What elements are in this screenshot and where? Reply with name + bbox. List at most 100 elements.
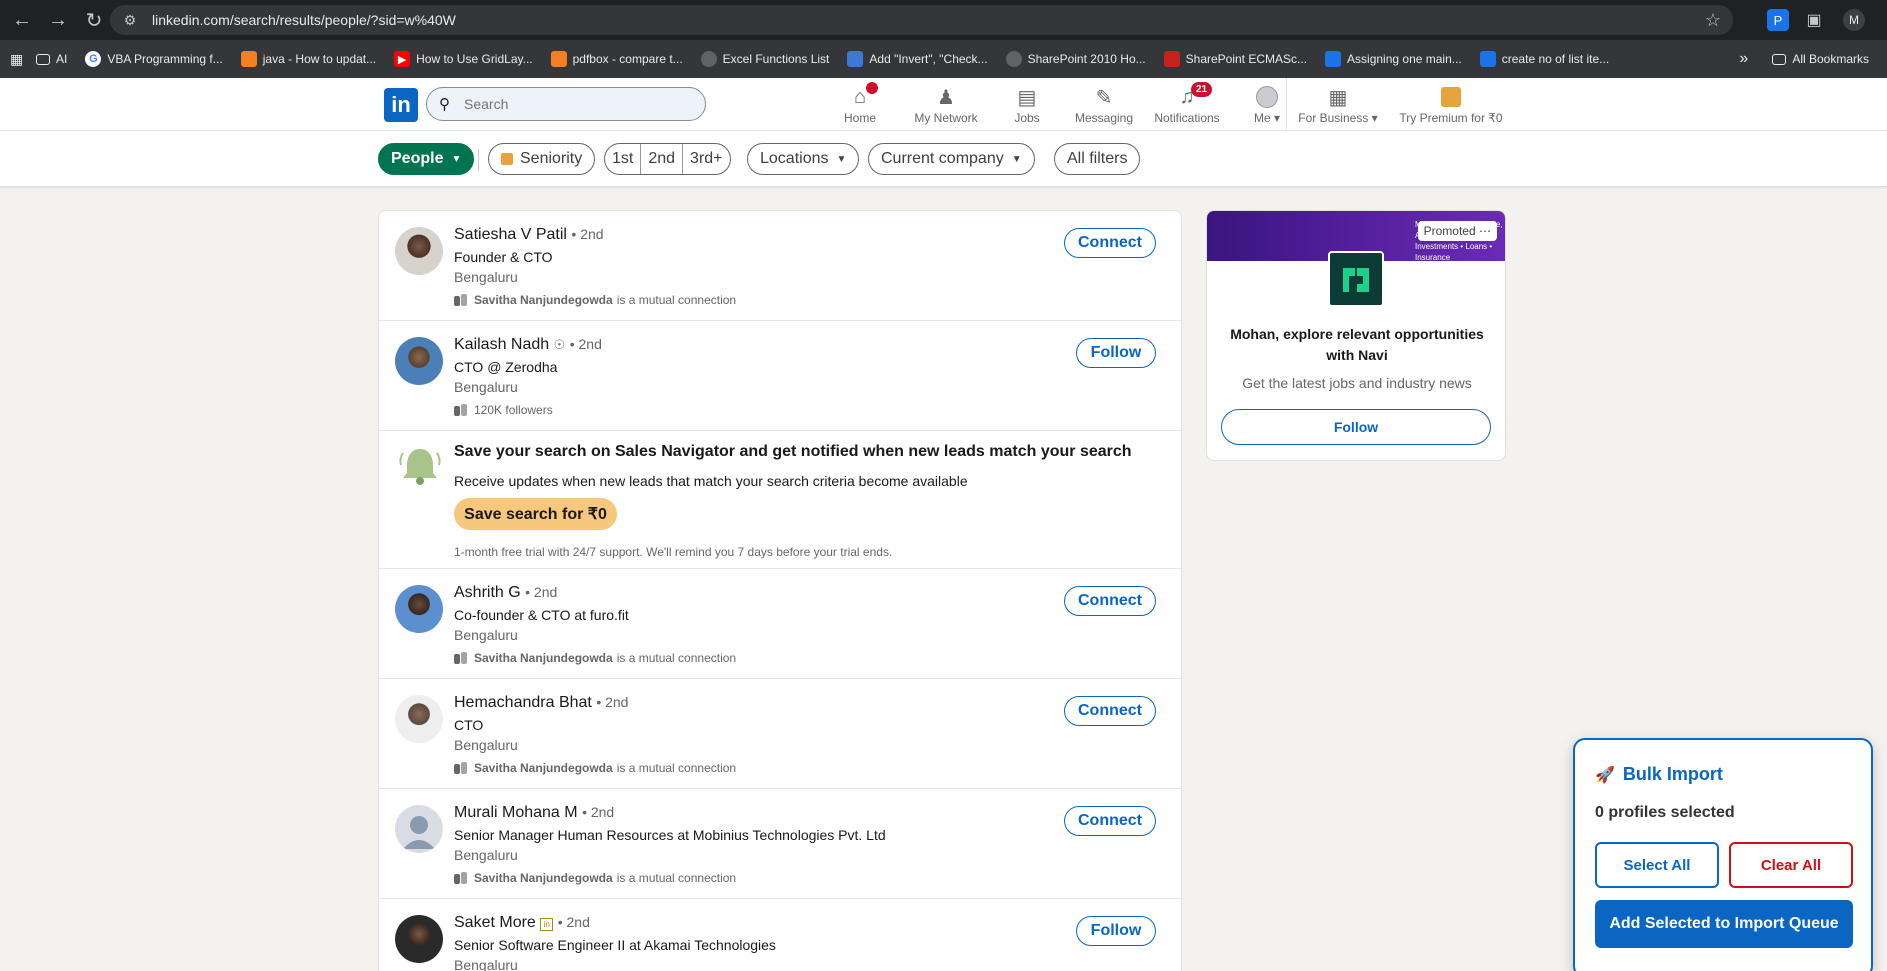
result-row: Murali Mohana M • 2nd Senior Manager Hum… xyxy=(379,789,1181,899)
avatar[interactable] xyxy=(395,227,443,275)
connect-button[interactable]: Connect xyxy=(1064,586,1156,616)
bookmark-item[interactable]: G VBA Programming f... xyxy=(85,51,223,67)
bookmark-item[interactable]: pdfbox - compare t... xyxy=(550,51,683,67)
avatar[interactable] xyxy=(395,695,443,743)
default-avatar-icon xyxy=(403,816,435,849)
result-headline: CTO xyxy=(454,717,484,733)
result-location: Bengaluru xyxy=(454,379,518,395)
result-headline: Founder & CTO xyxy=(454,249,553,265)
bookmark-item[interactable]: Excel Functions List xyxy=(700,51,829,67)
search-input[interactable] xyxy=(464,96,664,112)
nav-notifications[interactable]: ♫ 21 Notifications xyxy=(1146,78,1228,131)
nav-messaging[interactable]: ✎ Messaging xyxy=(1062,78,1146,131)
select-all-button[interactable]: Select All xyxy=(1595,842,1719,888)
search-box[interactable]: ⚲ xyxy=(426,87,706,121)
people-filter-button[interactable]: People ▼ xyxy=(378,143,475,175)
linkedin-logo[interactable]: in xyxy=(384,88,418,122)
clear-all-button[interactable]: Clear All xyxy=(1729,842,1853,888)
grid-icon: ▦ xyxy=(1328,86,1348,109)
ad-headline: Mohan, explore relevant opportunities wi… xyxy=(1230,326,1484,363)
bookmark-item[interactable]: create no of list ite... xyxy=(1479,51,1609,67)
nav-divider xyxy=(1286,78,1287,131)
connection-degree-filter: 1st 2nd 3rd+ xyxy=(604,143,731,175)
result-name[interactable]: Ashrith G xyxy=(454,584,521,601)
navi-logo[interactable] xyxy=(1328,251,1384,307)
follow-button[interactable]: Follow xyxy=(1076,338,1156,368)
seniority-filter-button[interactable]: Seniority xyxy=(488,143,596,175)
avatar[interactable] xyxy=(395,915,443,963)
bookmark-item[interactable]: SharePoint ECMASc... xyxy=(1163,51,1307,67)
folder-icon xyxy=(1772,53,1787,65)
search-filters-bar: People ▼ Seniority 1st 2nd 3rd+ Locations… xyxy=(0,131,1887,187)
all-bookmarks[interactable]: All Bookmarks xyxy=(1772,52,1869,66)
site-settings-icon[interactable]: ⚙ xyxy=(120,10,140,30)
back-icon[interactable]: ← xyxy=(8,6,36,34)
apps-grid-icon[interactable]: ▦ xyxy=(10,51,26,67)
mutual-connection: Savitha Nanjundegowda is a mutual connect… xyxy=(454,651,736,665)
profile-avatar[interactable]: M xyxy=(1843,9,1865,31)
bookmark-star-icon[interactable]: ☆ xyxy=(1705,10,1721,31)
promoted-tag: Promoted ⋯ xyxy=(1417,221,1497,241)
save-search-button[interactable]: Save search for ₹0 xyxy=(454,498,617,530)
bookmark-item[interactable]: java - How to updat... xyxy=(240,51,376,67)
more-bookmarks-icon[interactable]: » xyxy=(1739,50,1748,68)
connect-button[interactable]: Connect xyxy=(1064,806,1156,836)
follow-button[interactable]: Follow xyxy=(1076,916,1156,946)
google-icon: G xyxy=(85,51,102,67)
degree-2nd-button[interactable]: 2nd xyxy=(641,144,684,174)
sales-nav-subtitle: Receive updates when new leads that matc… xyxy=(454,473,968,489)
extension-icon[interactable]: P xyxy=(1767,9,1789,31)
connect-button[interactable]: Connect xyxy=(1064,696,1156,726)
reload-icon[interactable]: ↻ xyxy=(80,6,108,34)
linkedin-header: in ⚲ ⌂ Home ♟ My Network ▤ Jobs ✎ Messag… xyxy=(0,78,1887,131)
nav-for-business[interactable]: ▦ For Business ▾ xyxy=(1290,78,1386,131)
address-bar[interactable]: ⚙ linkedin.com/search/results/people/?si… xyxy=(110,5,1733,35)
connection-degree: • 2nd xyxy=(571,226,604,242)
result-name[interactable]: Hemachandra Bhat xyxy=(454,694,592,711)
locations-filter-button[interactable]: Locations ▼ xyxy=(747,143,860,175)
bookmark-item[interactable]: Assigning one main... xyxy=(1325,51,1462,67)
add-to-import-queue-button[interactable]: Add Selected to Import Queue xyxy=(1595,900,1853,948)
caret-down-icon: ▼ xyxy=(836,153,847,165)
people-icon xyxy=(454,762,468,774)
degree-1st-button[interactable]: 1st xyxy=(605,144,642,174)
url-text[interactable]: linkedin.com/search/results/people/?sid=… xyxy=(152,12,456,28)
more-options-icon[interactable]: ⋯ xyxy=(1479,224,1491,238)
result-headline: Senior Software Engineer II at Akamai Te… xyxy=(454,937,776,953)
verified-icon: ☉ xyxy=(553,337,566,352)
ad-follow-button[interactable]: Follow xyxy=(1221,409,1491,445)
bookmark-item[interactable]: SharePoint 2010 Ho... xyxy=(1005,51,1146,67)
linkedin-badge-icon: in xyxy=(540,918,554,931)
current-company-filter-button[interactable]: Current company ▼ xyxy=(868,143,1035,175)
globe-icon xyxy=(700,51,717,67)
degree-3rd-button[interactable]: 3rd+ xyxy=(683,144,729,174)
avatar[interactable] xyxy=(395,585,443,633)
filter-divider xyxy=(478,149,479,171)
nav-my-network[interactable]: ♟ My Network xyxy=(900,78,992,131)
connection-degree: • 2nd xyxy=(569,336,602,352)
bookmark-item[interactable]: AI xyxy=(36,52,67,66)
result-name[interactable]: Satiesha V Patil xyxy=(454,226,567,243)
nav-try-premium[interactable]: Try Premium for ₹0 xyxy=(1396,78,1506,131)
mutual-connection: Savitha Nanjundegowda is a mutual connect… xyxy=(454,871,736,885)
bookmark-item[interactable]: ▶ How to Use GridLay... xyxy=(394,51,533,67)
puzzle-icon[interactable]: ▣ xyxy=(1803,9,1825,31)
result-name[interactable]: Kailash Nadh xyxy=(454,336,549,353)
connection-degree: • 2nd xyxy=(596,694,629,710)
avatar[interactable] xyxy=(395,337,443,385)
promoted-ad-card: Making Financ... Simple, Afford... UPI •… xyxy=(1206,210,1506,461)
result-name[interactable]: Saket More xyxy=(454,914,536,931)
all-filters-button[interactable]: All filters xyxy=(1054,143,1141,175)
avatar[interactable] xyxy=(395,805,443,853)
stackoverflow-icon xyxy=(240,51,257,67)
connect-button[interactable]: Connect xyxy=(1064,228,1156,258)
bookmark-item[interactable]: Add "Invert", "Check... xyxy=(847,51,988,67)
forward-icon[interactable]: → xyxy=(44,6,72,34)
result-name[interactable]: Murali Mohana M xyxy=(454,804,578,821)
bulk-import-panel: 🚀 Bulk Import 0 profiles selected Select … xyxy=(1573,738,1873,971)
sales-nav-note: 1-month free trial with 24/7 support. We… xyxy=(454,545,893,559)
nav-jobs[interactable]: ▤ Jobs xyxy=(992,78,1062,131)
result-headline: Co-founder & CTO at furo.fit xyxy=(454,607,629,623)
stackoverflow-icon xyxy=(1325,51,1342,67)
nav-home[interactable]: ⌂ Home xyxy=(820,78,900,131)
